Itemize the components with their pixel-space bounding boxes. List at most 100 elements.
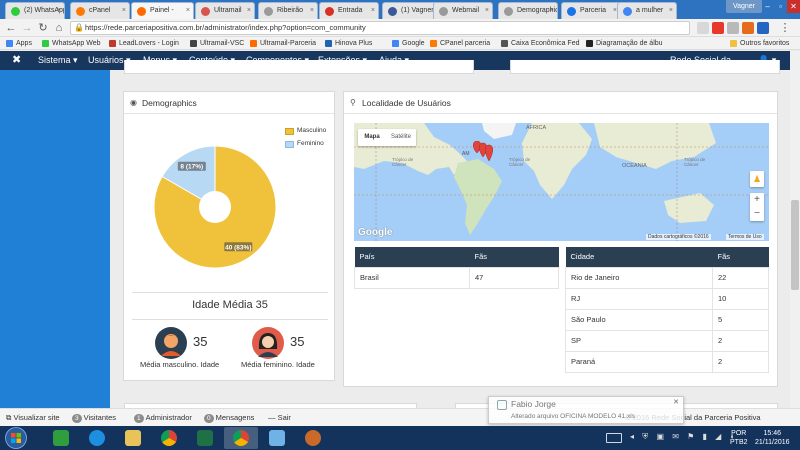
user-location-map[interactable]: ÁFRICA OCEANIA AM Trópico de Câncer Tróp… [354, 123, 769, 241]
table-row: Paraná 2 [565, 350, 769, 373]
map-tab-satelite[interactable]: Satélite [386, 129, 416, 146]
other-bookmarks[interactable]: Outros favoritos [730, 37, 789, 50]
taskbar-chrome-active[interactable] [224, 427, 258, 449]
nav-sistema[interactable]: Sistema ▾ [38, 51, 78, 70]
bookmark-item[interactable]: Google [392, 37, 425, 50]
browser-tab[interactable]: Entrada × [319, 2, 379, 19]
tab-close-icon[interactable]: × [371, 3, 375, 19]
administrator-link[interactable]: 1 Administrador [134, 409, 192, 427]
table-cell-name: Brasil [354, 266, 470, 289]
windows-start-icon[interactable] [4, 427, 28, 449]
bookmark-item[interactable]: Ultramail-Parceria [250, 37, 316, 50]
bookmark-item[interactable]: Apps [6, 37, 32, 50]
tab-close-icon[interactable]: × [485, 3, 489, 19]
forward-icon[interactable]: → [20, 21, 34, 35]
maximize-icon[interactable]: ▫ [774, 0, 787, 13]
tab-close-icon[interactable]: × [669, 3, 673, 19]
tab-close-icon[interactable]: × [310, 3, 314, 19]
tab-label: a mulher [636, 7, 664, 14]
zoom-in-icon[interactable]: + [750, 193, 764, 207]
tab-close-icon[interactable]: × [122, 3, 126, 19]
tab-label: Parceria [580, 7, 607, 14]
extension-icon[interactable] [757, 22, 769, 34]
messages-link[interactable]: 0 Mensagens [204, 409, 254, 427]
language-indicator[interactable]: POR PTB2 [730, 429, 748, 447]
map-terms-link[interactable]: Termos de Uso [726, 234, 764, 240]
bookmark-star-icon[interactable] [697, 22, 709, 34]
map-marker-icon: ⚲ [350, 98, 356, 107]
male-avatar-icon [155, 327, 187, 359]
street-view-pegman-icon[interactable]: ♟ [750, 171, 764, 187]
taskbar-chrome[interactable] [152, 427, 186, 449]
country-table: País Fãs Brasil 47 [354, 247, 559, 289]
folder-icon [125, 430, 141, 446]
table-cell-fans: 22 [712, 266, 769, 289]
browser-profile-button[interactable]: Vagner [725, 0, 762, 13]
map-marker-icon[interactable] [472, 141, 496, 163]
divider [132, 292, 328, 293]
notification-popup[interactable]: Fabio Jorge Alterado arquivo OFICINA MOD… [488, 396, 684, 424]
menu-icon[interactable]: ⋮ [778, 21, 792, 35]
table-cell-name: SP [565, 329, 713, 352]
browser-tab[interactable]: Parceria × [561, 2, 621, 19]
browser-tab[interactable]: Webmail × [433, 2, 493, 19]
taskbar-app-2[interactable] [296, 427, 330, 449]
bookmark-item[interactable]: Caixa Econômica Fed [501, 37, 579, 50]
notification-close-icon[interactable]: ✕ [673, 398, 679, 406]
browser-tab[interactable]: Ribeirão × [258, 2, 318, 19]
bookmark-item[interactable]: WhatsApp Web [42, 37, 101, 50]
extension-icon[interactable] [742, 22, 754, 34]
bookmark-item[interactable]: LeadLovers - Login [109, 37, 179, 50]
browser-tab[interactable]: cPanel × [70, 2, 130, 19]
taskbar-ie[interactable] [80, 427, 114, 449]
table-cell-fans: 10 [712, 287, 769, 310]
extension-icon[interactable] [727, 22, 739, 34]
tab-close-icon[interactable]: × [550, 3, 554, 19]
notification-text: Alterado arquivo OFICINA MODELO 41.xls [511, 413, 635, 420]
legend-swatch-feminino [285, 141, 294, 148]
bookmark-item[interactable]: Diagramação de álbu [586, 37, 663, 50]
zoom-out-icon[interactable]: − [750, 207, 764, 221]
table-row: Brasil 47 [354, 266, 559, 289]
bookmark-item[interactable]: Hinova Plus [325, 37, 372, 50]
table-cell-fans: 47 [469, 266, 559, 289]
close-window-icon[interactable]: ✕ [787, 0, 800, 13]
map-tab-mapa[interactable]: Mapa [358, 129, 386, 146]
taskbar-store[interactable] [44, 427, 78, 449]
back-icon[interactable]: ← [4, 21, 18, 35]
browser-tab[interactable]: Painel - × [131, 2, 194, 19]
taskbar-app[interactable] [260, 427, 294, 449]
browser-tab[interactable]: a mulher × [617, 2, 677, 19]
average-age-title: Idade Média 35 [192, 299, 268, 311]
visitors-link[interactable]: 3 Visitantes [72, 409, 116, 427]
bookmark-item[interactable]: Ultramail-VSC [190, 37, 244, 50]
browser-tab[interactable]: (2) WhatsApp × [5, 2, 65, 19]
reload-icon[interactable]: ↻ [36, 21, 50, 35]
bookmark-item[interactable]: CPanel parceria [430, 37, 490, 50]
joomla-logo-icon[interactable]: ✖ [12, 51, 21, 70]
taskbar-explorer[interactable] [116, 427, 150, 449]
minimize-icon[interactable]: – [761, 0, 774, 13]
taskbar-excel[interactable] [188, 427, 222, 449]
tab-label: Entrada [338, 7, 363, 14]
tab-close-icon[interactable]: × [247, 3, 251, 19]
browser-tab[interactable]: Demographics × [498, 2, 558, 19]
browser-tab[interactable]: Ultramail × [195, 2, 255, 19]
map-zoom-control: + − [750, 193, 764, 221]
logout-link[interactable]: — Sair [268, 409, 291, 427]
tray-icons[interactable]: ◂ ⛨ ▣ ✉ ⚑ ▮ ◢ ◖ [630, 432, 737, 442]
home-icon[interactable]: ⌂ [52, 21, 66, 35]
country-fans-header: Fãs [469, 247, 559, 267]
view-site-link[interactable]: ⧉ Visualizar site [6, 409, 60, 427]
notification-title: Fabio Jorge [511, 399, 556, 409]
panel-above-right [510, 60, 780, 74]
url-input[interactable]: 🔒 https://rede.parceriapositiva.com.br/a… [70, 21, 690, 35]
tab-close-icon[interactable]: × [186, 3, 190, 19]
tab-close-icon[interactable]: × [57, 3, 61, 19]
scrollbar-thumb[interactable] [791, 200, 799, 290]
male-average-age: 35 [193, 334, 208, 349]
table-cell-name: São Paulo [565, 308, 713, 331]
keyboard-icon[interactable] [606, 433, 622, 443]
clock[interactable]: 15:46 21/11/2016 [755, 429, 790, 447]
extension-icon[interactable] [712, 22, 724, 34]
